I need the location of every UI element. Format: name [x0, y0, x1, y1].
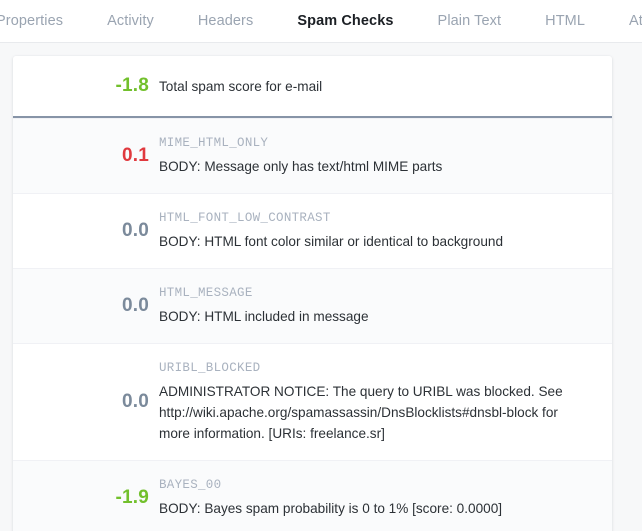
check-detail: HTML_FONT_LOW_CONTRAST BODY: HTML font c…	[159, 210, 598, 252]
check-detail: MIME_HTML_ONLY BODY: Message only has te…	[159, 135, 598, 177]
total-score-row: -1.8 Total spam score for e-mail	[13, 56, 612, 118]
check-rule-description: BODY: Bayes spam probability is 0 to 1% …	[159, 501, 503, 516]
spam-checks-panel: -1.8 Total spam score for e-mail 0.1 MIM…	[0, 43, 642, 531]
check-detail: URIBL_BLOCKED ADMINISTRATOR NOTICE: The …	[159, 360, 598, 444]
tab-attachments[interactable]: Attachments	[629, 0, 642, 42]
check-score: 0.1	[121, 145, 149, 166]
table-row: 0.0 URIBL_BLOCKED ADMINISTRATOR NOTICE: …	[13, 343, 612, 460]
table-row: -1.9 BAYES_00 BODY: Bayes spam probabili…	[13, 460, 612, 531]
tab-plain-text[interactable]: Plain Text	[438, 0, 502, 42]
check-detail: BAYES_00 BODY: Bayes spam probability is…	[159, 477, 598, 519]
tab-properties[interactable]: Properties	[0, 0, 63, 42]
check-detail: HTML_MESSAGE BODY: HTML included in mess…	[159, 285, 598, 327]
total-score-label: Total spam score for e-mail	[159, 78, 323, 94]
check-score: 0.0	[121, 295, 149, 316]
tab-bar: Properties Activity Headers Spam Checks …	[0, 0, 642, 43]
check-rule-name: HTML_MESSAGE	[159, 286, 253, 300]
check-score: 0.0	[121, 220, 149, 241]
check-rule-name: HTML_FONT_LOW_CONTRAST	[159, 211, 331, 225]
check-score: 0.0	[121, 391, 149, 412]
check-rule-name: MIME_HTML_ONLY	[159, 136, 269, 150]
tab-html[interactable]: HTML	[545, 0, 585, 42]
total-score-value: -1.8	[115, 75, 149, 96]
tab-activity[interactable]: Activity	[107, 0, 154, 42]
total-score-detail: Total spam score for e-mail	[159, 76, 598, 97]
table-row: 0.1 MIME_HTML_ONLY BODY: Message only ha…	[13, 118, 612, 193]
check-rule-description: BODY: HTML included in message	[159, 309, 369, 324]
tab-headers[interactable]: Headers	[198, 0, 254, 42]
check-rule-description: BODY: HTML font color similar or identic…	[159, 234, 504, 249]
check-rule-name: BAYES_00	[159, 478, 222, 492]
check-rule-description: ADMINISTRATOR NOTICE: The query to URIBL…	[159, 384, 563, 441]
tab-spam-checks[interactable]: Spam Checks	[297, 0, 393, 42]
spam-checks-card: -1.8 Total spam score for e-mail 0.1 MIM…	[13, 56, 612, 531]
table-row: 0.0 HTML_FONT_LOW_CONTRAST BODY: HTML fo…	[13, 193, 612, 268]
check-rule-name: URIBL_BLOCKED	[159, 361, 261, 375]
table-row: 0.0 HTML_MESSAGE BODY: HTML included in …	[13, 268, 612, 343]
check-score: -1.9	[115, 487, 149, 508]
check-rule-description: BODY: Message only has text/html MIME pa…	[159, 159, 443, 174]
